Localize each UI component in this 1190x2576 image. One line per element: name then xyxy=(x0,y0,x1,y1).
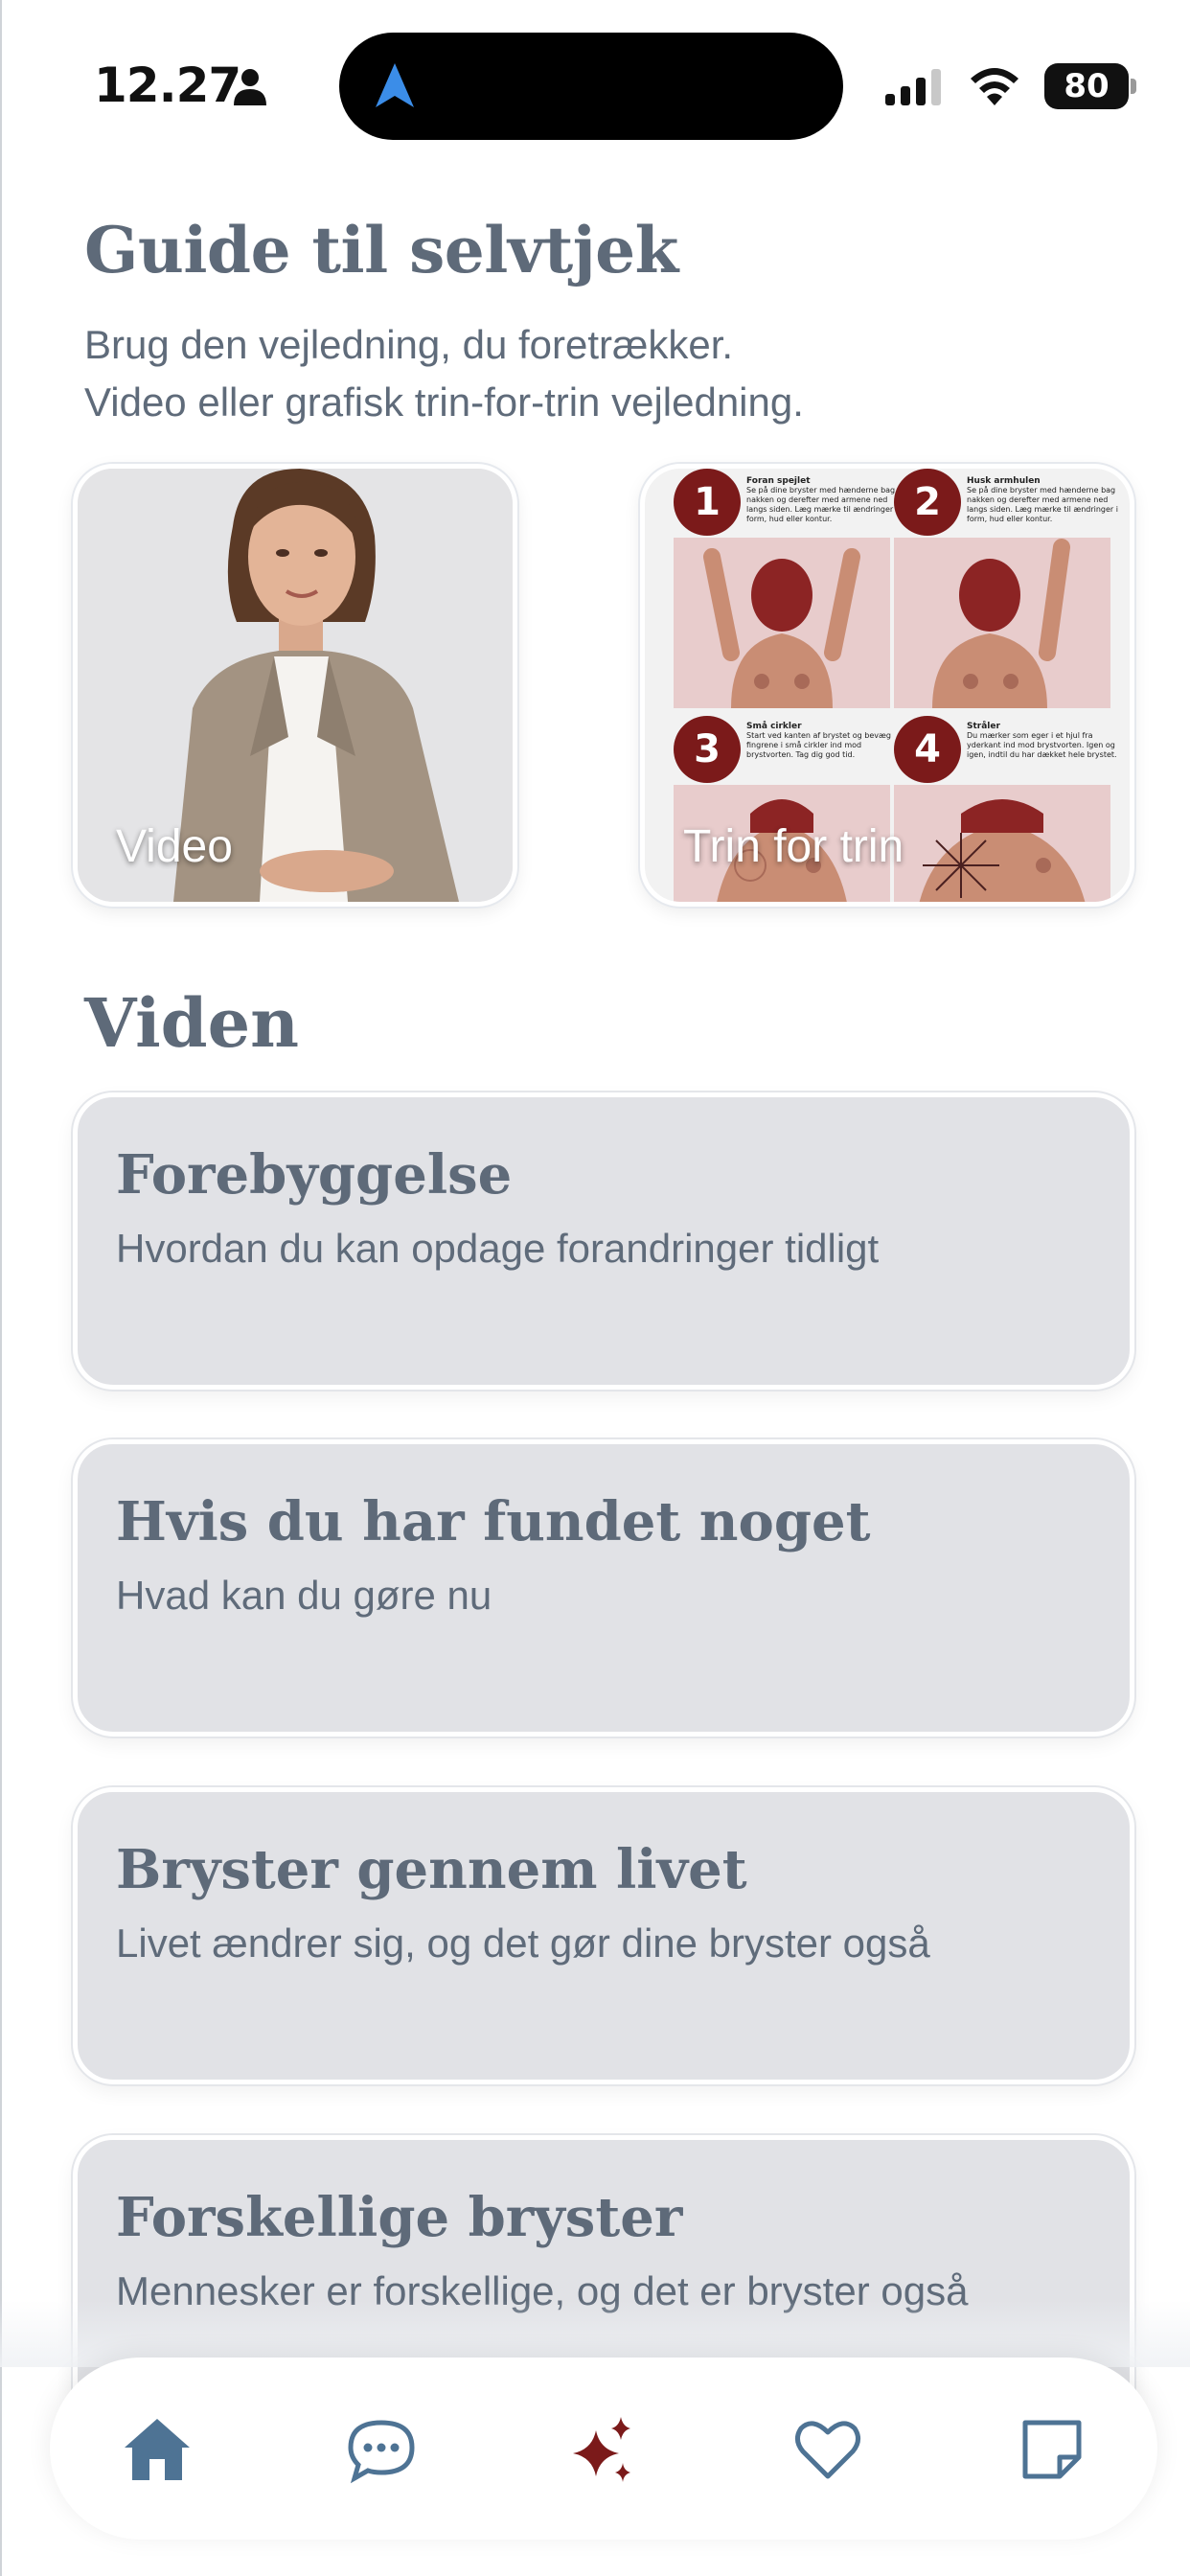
step-2-image xyxy=(894,538,1110,708)
step-4-desc: Du mærker som eger i et hjul fra yderkan… xyxy=(967,731,1117,759)
chat-icon[interactable] xyxy=(345,2413,418,2486)
step-4-title: Stråler xyxy=(967,722,1000,731)
guide-subtitle: Brug den vejledning, du foretrækker. Vid… xyxy=(84,316,804,431)
viden-card-title: Forskellige bryster xyxy=(116,2186,683,2249)
wifi-icon xyxy=(971,68,1018,105)
step-by-step-guide-card[interactable]: 1 Foran spejlet Se på dine bryster med h… xyxy=(640,464,1134,907)
steps-card-label: Trin for trin xyxy=(683,821,904,872)
viden-card-title: Hvis du har fundet noget xyxy=(116,1490,871,1553)
step-2-desc: Se på dine bryster med hænderne bag nakk… xyxy=(967,486,1118,523)
viden-title: Viden xyxy=(84,983,300,1063)
step-3-title: Små cirkler xyxy=(746,722,802,731)
home-icon[interactable] xyxy=(121,2413,194,2486)
viden-card-bryster-gennem-livet[interactable]: Bryster gennem livet Livet ændrer sig, o… xyxy=(73,1787,1134,2084)
viden-card-fundet-noget[interactable]: Hvis du har fundet noget Hvad kan du gør… xyxy=(73,1439,1134,1736)
step-1-text: Foran spejlet Se på dine bryster med hæn… xyxy=(746,476,900,524)
step-3-desc: Start ved kanten af brystet og bevæg fin… xyxy=(746,731,891,759)
location-arrow-icon xyxy=(376,63,414,107)
step-1-number: 1 xyxy=(674,469,741,536)
guide-title: Guide til selvtjek xyxy=(84,213,678,288)
signal-icon xyxy=(885,69,941,105)
step-3-number: 3 xyxy=(674,716,741,783)
step-2-title: Husk armhulen xyxy=(967,476,1041,486)
video-card-label: Video xyxy=(116,821,233,872)
step-2-number: 2 xyxy=(894,469,961,536)
viden-card-title: Bryster gennem livet xyxy=(116,1838,747,1901)
viden-card-title: Forebyggelse xyxy=(116,1143,513,1207)
step-4-number: 4 xyxy=(894,716,961,783)
step-1-image xyxy=(674,538,890,708)
status-time: 12.27 xyxy=(94,58,241,113)
battery-tip xyxy=(1131,79,1136,94)
viden-card-subtitle: Hvad kan du gøre nu xyxy=(116,1573,492,1618)
sparkles-icon[interactable] xyxy=(567,2413,640,2486)
screen-edge xyxy=(0,0,2,2576)
viden-card-subtitle: Livet ændrer sig, og det gør dine bryste… xyxy=(116,1920,930,1966)
tab-bar xyxy=(50,2358,1157,2540)
note-icon[interactable] xyxy=(1016,2413,1088,2486)
step-2-text: Husk armhulen Se på dine bryster med hæn… xyxy=(967,476,1120,524)
video-guide-card[interactable]: Video xyxy=(73,464,517,907)
guide-subtitle-line2: Video eller grafisk trin-for-trin vejled… xyxy=(84,380,804,425)
person-icon xyxy=(234,69,266,105)
step-4-text: Stråler Du mærker som eger i et hjul fra… xyxy=(967,722,1120,760)
battery-indicator: 80 xyxy=(1044,63,1136,109)
viden-card-forebyggelse[interactable]: Forebyggelse Hvordan du kan opdage foran… xyxy=(73,1092,1134,1390)
step-4-image xyxy=(894,785,1110,902)
step-1-title: Foran spejlet xyxy=(746,476,811,486)
status-bar: 12.27 80 xyxy=(0,0,1190,172)
guide-subtitle-line1: Brug den vejledning, du foretrækker. xyxy=(84,322,734,367)
battery-level: 80 xyxy=(1044,63,1129,109)
step-1-desc: Se på dine bryster med hænderne bag nakk… xyxy=(746,486,898,523)
heart-icon[interactable] xyxy=(791,2413,864,2486)
viden-card-subtitle: Hvordan du kan opdage forandringer tidli… xyxy=(116,1226,880,1271)
step-3-text: Små cirkler Start ved kanten af brystet … xyxy=(746,722,900,760)
